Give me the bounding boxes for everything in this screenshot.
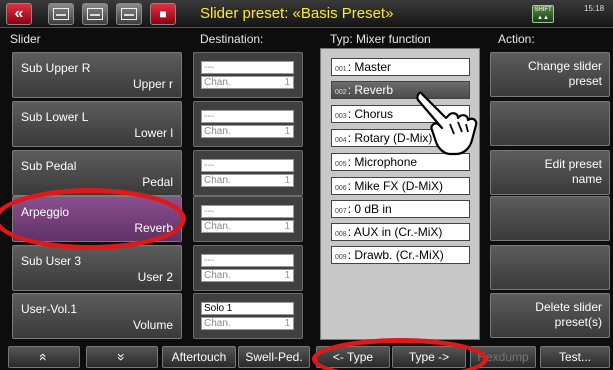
type-next-button[interactable]: Type -> <box>392 346 466 368</box>
channel-field: Chan. 1 <box>201 269 294 282</box>
slider-sub: Pedal <box>142 175 173 189</box>
slider-sub: Reverb <box>134 221 173 235</box>
destination-5[interactable]: --- Chan. 1 <box>193 245 303 291</box>
slider-2[interactable]: Sub Lower L Lower l <box>12 101 182 147</box>
stop-icon[interactable]: ■ <box>150 3 176 25</box>
header-destination: Destination: <box>200 32 264 46</box>
channel-field: Chan. 1 <box>201 317 294 330</box>
swell-pedal-button[interactable]: Swell-Ped. <box>238 346 310 368</box>
slider-name: Sub Pedal <box>21 159 77 173</box>
action-empty-5[interactable] <box>490 245 610 290</box>
menu-icon[interactable] <box>48 3 74 25</box>
header-action: Action: <box>498 32 535 46</box>
action-empty-2[interactable] <box>490 101 610 146</box>
type-item-aux-in[interactable]: 008: AUX in (Cr.-MiX) <box>331 223 470 241</box>
slider-3[interactable]: Sub Pedal Pedal <box>12 150 182 196</box>
slider-name: Sub User 3 <box>21 254 82 268</box>
action-empty-4[interactable] <box>490 196 610 241</box>
destination-value: --- <box>201 254 294 267</box>
destination-value: --- <box>201 159 294 172</box>
destination-1[interactable]: --- Chan. 1 <box>193 52 303 98</box>
header-type: Typ: Mixer function <box>330 32 431 46</box>
delete-slider-preset-button[interactable]: Delete slider preset(s) <box>490 293 610 338</box>
clock: 15:18 <box>584 4 605 13</box>
destination-3[interactable]: --- Chan. 1 <box>193 150 303 196</box>
slider-name: Sub Upper R <box>21 61 91 75</box>
chevron-down-icon: » <box>113 353 130 361</box>
edit-preset-name-button[interactable]: Edit preset name <box>490 150 610 195</box>
edit-icon[interactable] <box>82 3 108 25</box>
slider-6[interactable]: User-Vol.1 Volume <box>12 293 182 339</box>
scroll-down-button[interactable]: » <box>86 346 158 368</box>
test-button[interactable]: Test... <box>540 346 610 368</box>
scroll-up-button[interactable]: « <box>8 346 80 368</box>
slider-sub: Upper r <box>132 77 173 91</box>
destination-value: --- <box>201 110 294 123</box>
shift-button[interactable]: SHIFT ▲▲ <box>532 5 554 23</box>
slider-sub: Volume <box>132 318 173 332</box>
type-prev-button[interactable]: <- Type <box>316 346 390 368</box>
destination-6[interactable]: Solo 1 Chan. 1 <box>193 293 303 339</box>
destination-value: Solo 1 <box>201 302 294 315</box>
destination-4[interactable]: --- Chan. 1 <box>193 196 303 242</box>
top-bar: « ■ Slider preset: «Basis Preset» SHIFT ▲… <box>0 0 613 28</box>
close-icon[interactable]: « <box>6 3 32 25</box>
slider-name: User-Vol.1 <box>21 302 78 316</box>
slider-sub: User 2 <box>137 270 173 284</box>
type-item-drawbar[interactable]: 009: Drawb. (Cr.-MiX) <box>331 246 470 264</box>
aftertouch-button[interactable]: Aftertouch <box>162 346 236 368</box>
channel-field: Chan. 1 <box>201 220 294 233</box>
slider-5[interactable]: Sub User 3 User 2 <box>12 245 182 291</box>
change-slider-preset-button[interactable]: Change slider preset <box>490 52 610 97</box>
wersi-icon[interactable] <box>116 3 142 25</box>
header-slider: Slider <box>10 32 41 46</box>
type-item-0db-in[interactable]: 007: 0 dB in <box>331 200 470 218</box>
hexdump-button: Hexdump <box>470 346 536 368</box>
chevron-up-icon: « <box>35 353 52 361</box>
destination-value: --- <box>201 205 294 218</box>
channel-field: Chan. 1 <box>201 174 294 187</box>
slider-4[interactable]: Arpeggio Reverb <box>12 196 182 242</box>
slider-1[interactable]: Sub Upper R Upper r <box>12 52 182 98</box>
slider-name: Arpeggio <box>21 205 70 219</box>
page-title: Slider preset: «Basis Preset» <box>200 5 394 22</box>
slider-name: Sub Lower L <box>21 110 89 124</box>
pointing-hand-icon <box>416 91 478 156</box>
type-item-master[interactable]: 001: Master <box>331 58 470 76</box>
destination-value: --- <box>201 61 294 74</box>
type-item-mike-fx[interactable]: 006: Mike FX (D-MiX) <box>331 177 470 195</box>
destination-2[interactable]: --- Chan. 1 <box>193 101 303 147</box>
channel-field: Chan. 1 <box>201 76 294 89</box>
channel-field: Chan. 1 <box>201 125 294 138</box>
slider-sub: Lower l <box>134 126 173 140</box>
